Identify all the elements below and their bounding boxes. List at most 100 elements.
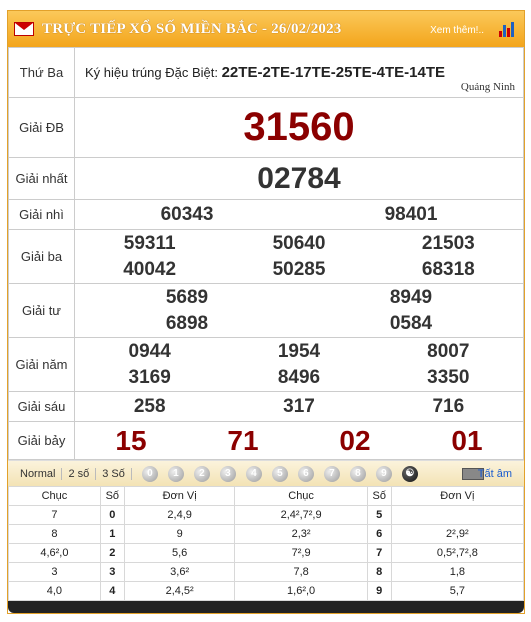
digit-7-button[interactable]: 7 — [323, 465, 340, 482]
col-header: Chục — [234, 486, 368, 506]
cell: 7 — [366, 543, 392, 563]
prize-6-values: 258 317 716 — [74, 391, 524, 422]
prize-3-value: 68318 — [421, 258, 475, 280]
cell: 9 — [366, 581, 392, 601]
cell: 3 — [8, 562, 101, 582]
prize-3-values: 59311 50640 21503 40042 50285 68318 — [74, 229, 524, 284]
digit-2-button[interactable]: 2 — [193, 465, 210, 482]
cell: 5,7 — [390, 581, 525, 601]
province-name: Quảng Ninh — [460, 81, 515, 93]
prize-4-value: 8949 — [389, 286, 433, 308]
special-code-label: Ký hiệu trúng Đặc Biệt: — [85, 65, 218, 80]
cell: 0,5²,7²,8 — [390, 543, 525, 563]
loto-table: Chục Số Đơn Vị Chục Số Đơn Vị 7 0 2,4,9 … — [8, 486, 525, 601]
prize-2-label: Giải nhì — [8, 199, 75, 230]
digit-4-button[interactable]: 4 — [245, 465, 262, 482]
digit-1-button[interactable]: 1 — [167, 465, 184, 482]
col-header: Số — [366, 486, 392, 506]
table-row: 4,0 4 2,4,5² 1,6²,0 9 5,7 — [8, 581, 525, 601]
cell: 1 — [99, 524, 125, 544]
prize-6-value: 317 — [283, 395, 315, 417]
cell: 2,3² — [234, 524, 368, 544]
cell: 1,8 — [390, 562, 525, 582]
filter-toolbar: Normal 2 số 3 Số 0 1 2 3 4 5 6 7 8 9 ☯ T… — [8, 460, 524, 486]
prize-7-value: 71 — [227, 424, 259, 456]
prize-5-value: 8496 — [277, 366, 321, 388]
digit-9-button[interactable]: 9 — [375, 465, 392, 482]
mode-3-digits[interactable]: 3 Số — [96, 467, 132, 480]
prize-4-value: 0584 — [389, 312, 433, 334]
prize-7-label: Giải bảy — [8, 421, 75, 460]
results-panel: TRỰC TIẾP XỔ SỐ MIỀN BẮC - 26/02/2023 Xe… — [7, 10, 525, 614]
prize-3-label: Giải ba — [8, 229, 75, 284]
cell: 3 — [99, 562, 125, 582]
cell: 3,6² — [123, 562, 236, 582]
prize-2-values: 60343 98401 — [74, 199, 524, 230]
day-label: Thứ Ba — [8, 47, 75, 98]
cell: 2,4,9 — [123, 505, 236, 525]
prize-5-values: 0944 1954 8007 3169 8496 3350 — [74, 337, 524, 392]
cell: 2²,9² — [390, 524, 525, 544]
mode-normal[interactable]: Normal — [14, 467, 63, 480]
prize-7-value: 01 — [451, 424, 483, 456]
yin-yang-icon[interactable]: ☯ — [401, 465, 418, 482]
prize-2-value: 60343 — [160, 203, 214, 225]
prize-2-value: 98401 — [384, 203, 438, 225]
col-header: Đơn Vị — [390, 486, 525, 506]
prize-7-values: 15 71 02 01 — [74, 421, 524, 460]
prize-5-value: 1954 — [277, 340, 321, 362]
prize-6-value: 716 — [432, 395, 465, 417]
header-bar: TRỰC TIẾP XỔ SỐ MIỀN BẮC - 26/02/2023 Xe… — [8, 11, 524, 47]
col-header: Đơn Vị — [123, 486, 236, 506]
cell: 8 — [8, 524, 101, 544]
tat-am-link[interactable]: Tất âm — [478, 468, 512, 480]
cell: 0 — [99, 505, 125, 525]
prize-3-value: 21503 — [421, 232, 475, 254]
cell: 1,6²,0 — [234, 581, 368, 601]
cell: 2 — [99, 543, 125, 563]
prize-5-value: 0944 — [128, 340, 171, 362]
cell: 4,0 — [8, 581, 101, 601]
cell: 8 — [366, 562, 392, 582]
prize-5-value: 3350 — [427, 366, 470, 388]
prize-4-label: Giải tư — [8, 283, 75, 338]
cell: 5 — [366, 505, 392, 525]
see-more-link[interactable]: Xem thêm!.. — [430, 25, 484, 36]
cell: 4,6²,0 — [8, 543, 101, 563]
prize-1-value: 02784 — [74, 157, 524, 200]
prize-4-values: 5689 8949 6898 0584 — [74, 283, 524, 338]
prize-3-value: 50640 — [272, 232, 326, 254]
mail-icon — [14, 22, 34, 36]
prize-6-label: Giải sáu — [8, 391, 75, 422]
prize-4-value: 6898 — [165, 312, 209, 334]
cell: 9 — [123, 524, 236, 544]
digit-6-button[interactable]: 6 — [297, 465, 314, 482]
prize-4-value: 5689 — [165, 286, 209, 308]
digit-3-button[interactable]: 3 — [219, 465, 236, 482]
cell: 2,4,5² — [123, 581, 236, 601]
table-row: 3 3 3,6² 7,8 8 1,8 — [8, 562, 525, 582]
cell: 4 — [99, 581, 125, 601]
prize-db-label: Giải ĐB — [8, 97, 75, 158]
prize-3-value: 59311 — [123, 232, 176, 254]
cell — [390, 505, 525, 525]
prize-7-value: 02 — [339, 424, 371, 456]
chart-icon[interactable] — [498, 21, 516, 37]
cell: 6 — [366, 524, 392, 544]
digit-0-button[interactable]: 0 — [141, 465, 158, 482]
mode-2-digits[interactable]: 2 số — [62, 467, 97, 480]
digit-8-button[interactable]: 8 — [349, 465, 366, 482]
digit-5-button[interactable]: 5 — [271, 465, 288, 482]
cell: 7,8 — [234, 562, 368, 582]
page-title: TRỰC TIẾP XỔ SỐ MIỀN BẮC - 26/02/2023 — [42, 20, 342, 37]
prize-3-value: 40042 — [123, 258, 177, 280]
cell: 5,6 — [123, 543, 236, 563]
prize-5-value: 8007 — [427, 340, 470, 362]
col-header: Số — [99, 486, 125, 506]
table-row: 8 1 9 2,3² 6 2²,9² — [8, 524, 525, 544]
prize-5-label: Giải năm — [8, 337, 75, 392]
results-table: Thứ Ba Ký hiệu trúng Đặc Biệt: 22TE-2TE-… — [8, 47, 524, 460]
prize-1-label: Giải nhất — [8, 157, 75, 200]
special-code-cell: Ký hiệu trúng Đặc Biệt: 22TE-2TE-17TE-25… — [74, 47, 524, 98]
table-row: 7 0 2,4,9 2,4²,7²,9 5 — [8, 505, 525, 525]
